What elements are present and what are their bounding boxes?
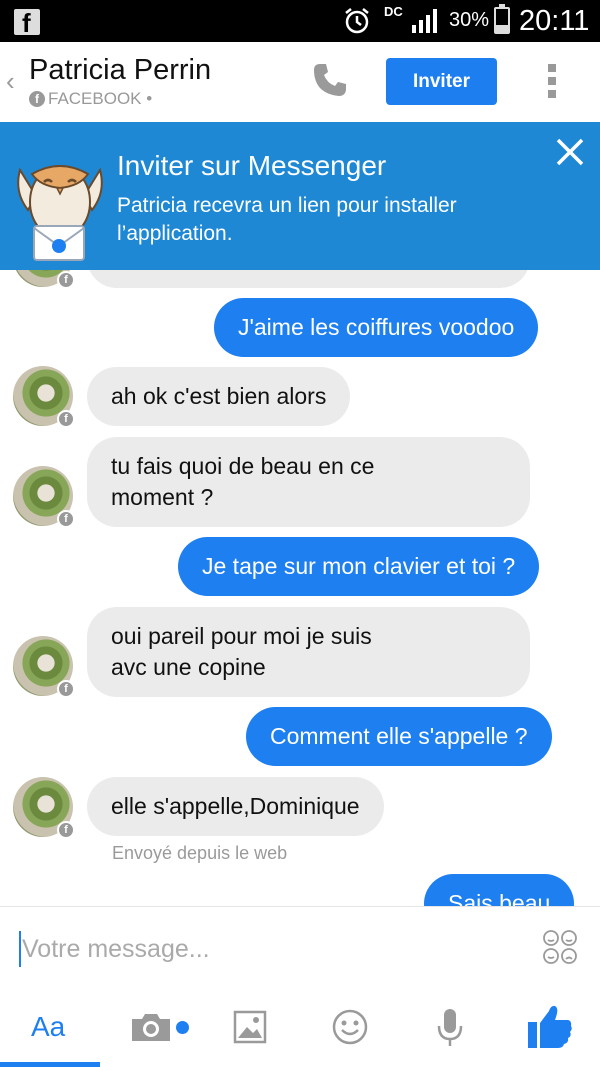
message-bubble-outgoing[interactable]: Je tape sur mon clavier et toi ?	[178, 537, 540, 596]
message-line: moment ?	[111, 484, 214, 510]
microphone-icon[interactable]	[437, 1008, 463, 1048]
contact-name[interactable]: Patricia Perrin	[29, 54, 211, 87]
battery-percent: 30%	[449, 9, 490, 31]
message-input[interactable]	[22, 929, 522, 969]
message-bubble-outgoing[interactable]: Sais beau	[424, 874, 575, 906]
active-tab-indicator	[0, 1062, 100, 1067]
new-indicator-dot	[176, 1021, 189, 1034]
signal-icon	[412, 9, 437, 33]
message-bubble-incoming[interactable]: oui pareil pour moi je suis avc une copi…	[87, 607, 530, 697]
message-bubble-outgoing[interactable]: Comment elle s'appelle ?	[246, 707, 552, 766]
banner-description: Patricia recevra un lien pour installer …	[117, 194, 457, 245]
message-bubble-incoming[interactable]: elle s'appelle,Dominique	[87, 777, 384, 836]
composer: Aa	[0, 906, 600, 1067]
message-line: oui pareil pour moi je suis	[111, 623, 372, 649]
alarm-icon	[345, 8, 369, 34]
sent-from-web-note: Envoyé depuis le web	[112, 843, 288, 863]
phone-call-icon[interactable]	[311, 61, 349, 99]
contact-source-label: FACEBOOK •	[48, 89, 153, 108]
owl-mascot-icon	[17, 165, 103, 261]
stickers-icon[interactable]	[542, 929, 578, 965]
avatar[interactable]: f	[13, 366, 75, 428]
contact-source: f FACEBOOK •	[29, 89, 152, 109]
text-caret	[19, 931, 21, 967]
message-bubble-partial[interactable]	[87, 270, 530, 288]
close-icon[interactable]	[555, 137, 585, 167]
message-bubble-incoming[interactable]: tu fais quoi de beau en ce moment ?	[87, 437, 530, 527]
message-line: tu fais quoi de beau en ce	[111, 453, 375, 479]
message-bubble-incoming[interactable]: ah ok c'est bien alors	[87, 367, 351, 426]
overflow-menu-icon[interactable]	[547, 64, 557, 100]
emoji-icon[interactable]	[332, 1009, 368, 1045]
invite-button[interactable]: Inviter	[386, 58, 497, 105]
battery-icon	[494, 4, 510, 34]
facebook-app-icon: f	[14, 8, 40, 38]
message-list[interactable]: f J'aime les coiffures voodoo f ah ok c'…	[0, 270, 600, 906]
invite-banner: Inviter sur Messenger Patricia recevra u…	[0, 122, 600, 270]
message-bubble-outgoing[interactable]: J'aime les coiffures voodoo	[214, 298, 539, 357]
conversation-header: ‹ Patricia Perrin f FACEBOOK • Inviter	[0, 42, 600, 122]
text-mode-tab[interactable]: Aa	[31, 1011, 65, 1043]
camera-icon[interactable]	[130, 1011, 172, 1043]
status-bar: f DC 30% 20:11	[0, 0, 600, 42]
avatar[interactable]: f	[13, 466, 75, 528]
thumbs-up-icon[interactable]	[527, 1003, 573, 1049]
network-type-label: DC	[384, 4, 403, 19]
avatar[interactable]: f	[13, 636, 75, 698]
facebook-badge-icon: f	[29, 91, 45, 107]
avatar[interactable]: f	[13, 270, 75, 289]
clock: 20:11	[519, 5, 590, 37]
avatar[interactable]: f	[13, 777, 75, 839]
gallery-icon[interactable]	[233, 1010, 267, 1044]
banner-title: Inviter sur Messenger	[117, 150, 387, 181]
back-chevron-icon[interactable]: ‹	[6, 66, 15, 97]
message-line: avc une copine	[111, 654, 266, 680]
